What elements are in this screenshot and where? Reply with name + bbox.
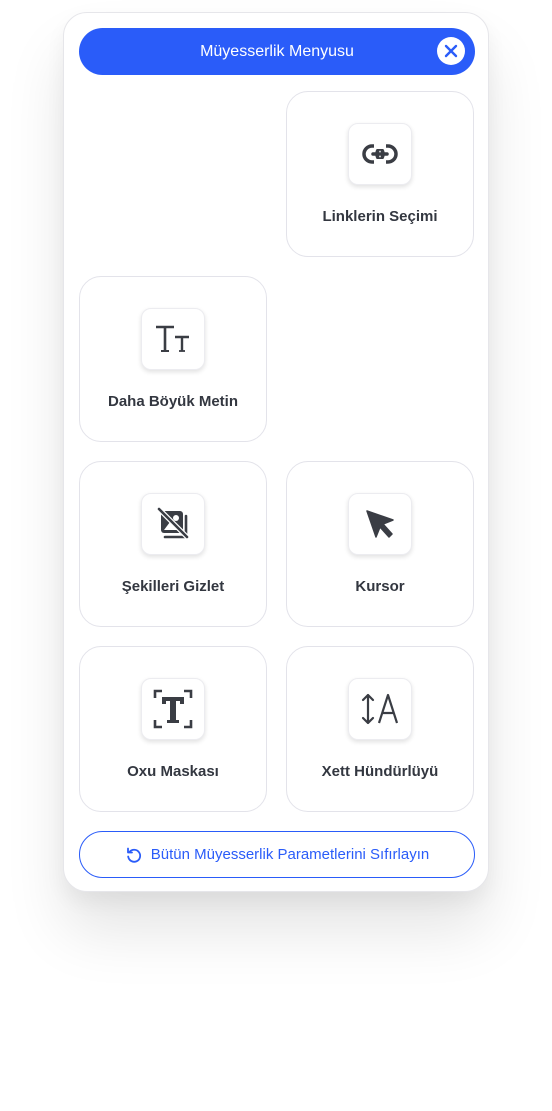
reset-label: Bütün Müyesserlik Parametlerini Sıfırlay… [150, 846, 430, 863]
link-selection-card[interactable]: Linklerin Seçimi [286, 91, 474, 257]
card-label: Kursor [355, 578, 405, 595]
line-height-card[interactable]: Xett Hündürlüyü [286, 646, 474, 812]
accessibility-panel: Müyesserlik Menyusu Linklerin Seçimi Dah… [63, 12, 489, 892]
reading-mask-icon [153, 689, 193, 729]
panel-title: Müyesserlik Menyusu [200, 42, 354, 60]
reset-settings-button[interactable]: Bütün Müyesserlik Parametlerini Sıfırlay… [79, 831, 475, 878]
card-label: Şekilleri Gizlet [121, 578, 225, 595]
hide-images-icon [156, 506, 190, 540]
cursor-icon [366, 510, 394, 538]
card-label: Oxu Maskası [127, 763, 219, 780]
icon-box [348, 493, 412, 555]
close-button[interactable] [437, 37, 465, 65]
reset-icon [126, 847, 141, 863]
icon-box [348, 678, 412, 740]
link-icon [362, 143, 398, 165]
text-size-icon [156, 325, 189, 352]
line-height-icon [361, 693, 399, 725]
icon-box [141, 678, 205, 740]
panel-header: Müyesserlik Menyusu [79, 28, 475, 75]
bigger-text-card[interactable]: Daha Böyük Metin [79, 276, 267, 442]
close-icon [444, 44, 458, 58]
icon-box [348, 123, 412, 185]
cursor-card[interactable]: Kursor [286, 461, 474, 627]
card-label: Daha Böyük Metin [107, 393, 239, 410]
hide-images-card[interactable]: Şekilleri Gizlet [79, 461, 267, 627]
card-label: Xett Hündürlüyü [321, 763, 439, 780]
icon-box [141, 308, 205, 370]
reading-mask-card[interactable]: Oxu Maskası [79, 646, 267, 812]
icon-box [141, 493, 205, 555]
card-label: Linklerin Seçimi [322, 208, 438, 225]
